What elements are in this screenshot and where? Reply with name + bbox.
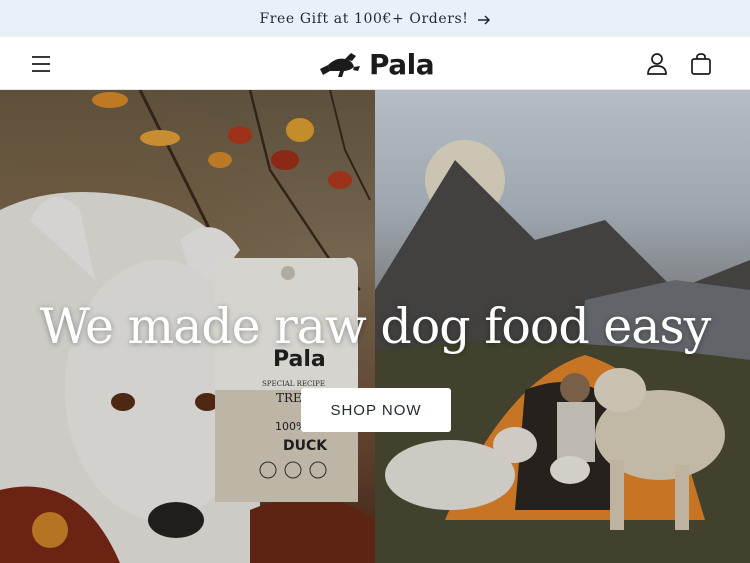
shopping-bag-icon[interactable] <box>688 51 714 77</box>
hero-banner: Pala SPECIAL RECIPE TRE 100% DUCK We mad… <box>0 90 750 563</box>
hero-headline: We made raw dog food easy <box>39 298 712 355</box>
site-header: Pala <box>0 37 750 90</box>
announcement-bar[interactable]: Free Gift at 100€+ Orders! <box>0 0 750 37</box>
pala-dog-logo-icon <box>320 53 360 77</box>
arrow-right-icon <box>477 12 491 26</box>
shop-now-button[interactable]: SHOP NOW <box>301 388 451 432</box>
hamburger-menu-icon[interactable] <box>29 52 53 76</box>
announcement-text[interactable]: Free Gift at 100€+ Orders! <box>259 11 468 27</box>
brand-name: Pala <box>369 47 435 81</box>
user-icon[interactable] <box>644 51 670 77</box>
brand-logo[interactable]: Pala <box>318 47 435 81</box>
